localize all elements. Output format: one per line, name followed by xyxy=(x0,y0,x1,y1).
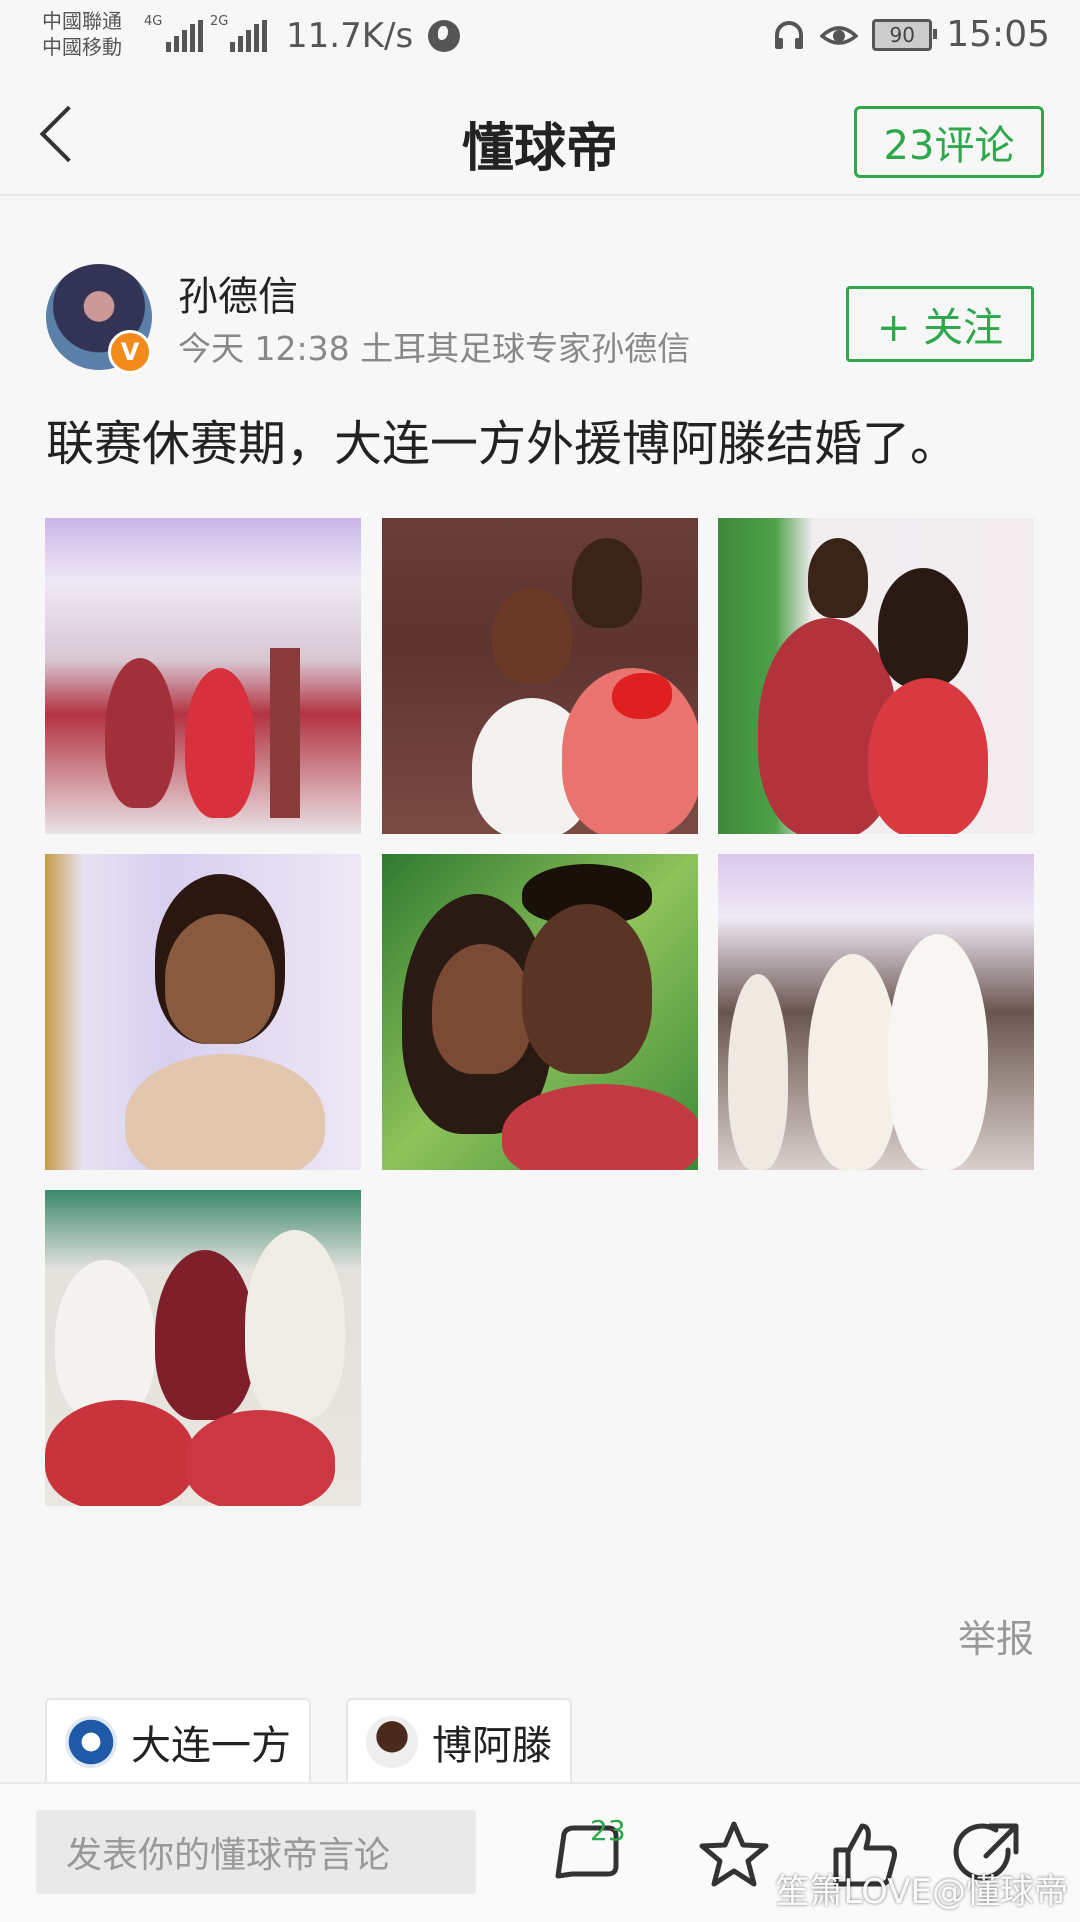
network-speed: 11.7K/s xyxy=(286,16,414,56)
post-meta: 今天 12:38 土耳其足球专家孙德信 xyxy=(178,329,691,368)
battery-icon: 90 xyxy=(872,18,938,51)
network-type-1: 4G xyxy=(144,14,163,29)
author-name[interactable]: 孙德信 xyxy=(178,264,298,322)
tag-club-label: 大连一方 xyxy=(131,1723,291,1769)
eye-comfort-icon xyxy=(820,25,859,45)
carrier-1: 中國聯通 xyxy=(42,9,122,33)
star-icon[interactable] xyxy=(694,1814,774,1894)
player-avatar-icon xyxy=(366,1716,418,1768)
follow-button[interactable]: + 关注 xyxy=(846,286,1034,362)
club-crest-icon xyxy=(65,1716,117,1768)
battery-level: 90 xyxy=(889,22,915,47)
tag-player-label: 博阿滕 xyxy=(432,1723,552,1769)
carrier-2: 中國移動 xyxy=(42,35,122,59)
top-nav-bar: 懂球帝 23评论 xyxy=(0,76,1080,196)
tag-player[interactable]: 博阿滕 xyxy=(346,1698,572,1784)
photo-bride-portrait[interactable] xyxy=(45,854,361,1170)
comment-input[interactable]: 发表你的懂球帝言论 xyxy=(36,1810,476,1894)
photo-couple-backdrop[interactable] xyxy=(718,518,1034,834)
clock: 15:05 xyxy=(946,14,1050,55)
photo-groomsmen-group[interactable] xyxy=(45,1190,361,1506)
signal-bars-1-icon xyxy=(166,20,203,52)
photo-groom-dancing[interactable] xyxy=(718,854,1034,1170)
comments-button[interactable]: 23评论 xyxy=(854,106,1044,178)
watermark: 笙箫LOVE@懂球帝 xyxy=(775,1872,1068,1912)
carrier-labels: 中國聯通 中國移動 xyxy=(42,8,122,60)
comment-count-badge: 23 xyxy=(590,1814,626,1847)
tag-club[interactable]: 大连一方 xyxy=(45,1698,311,1784)
globe-icon xyxy=(428,20,460,52)
signal-bars-2-icon xyxy=(230,20,267,52)
photo-couple-selfie[interactable] xyxy=(382,518,698,834)
network-type-2: 2G xyxy=(210,14,229,29)
post-text: 联赛休赛期，大连一方外援博阿滕结婚了。 xyxy=(46,416,959,472)
verified-badge-icon: V xyxy=(108,330,152,374)
headphones-icon xyxy=(775,20,804,49)
report-link[interactable]: 举报 xyxy=(958,1608,1034,1663)
photo-wedding-hall[interactable] xyxy=(45,518,361,834)
redaction-mark xyxy=(612,673,672,719)
photo-couple-closeup[interactable] xyxy=(382,854,698,1170)
status-bar: 中國聯通 中國移動 4G 2G 11.7K/s 90 15:05 xyxy=(0,0,1080,76)
